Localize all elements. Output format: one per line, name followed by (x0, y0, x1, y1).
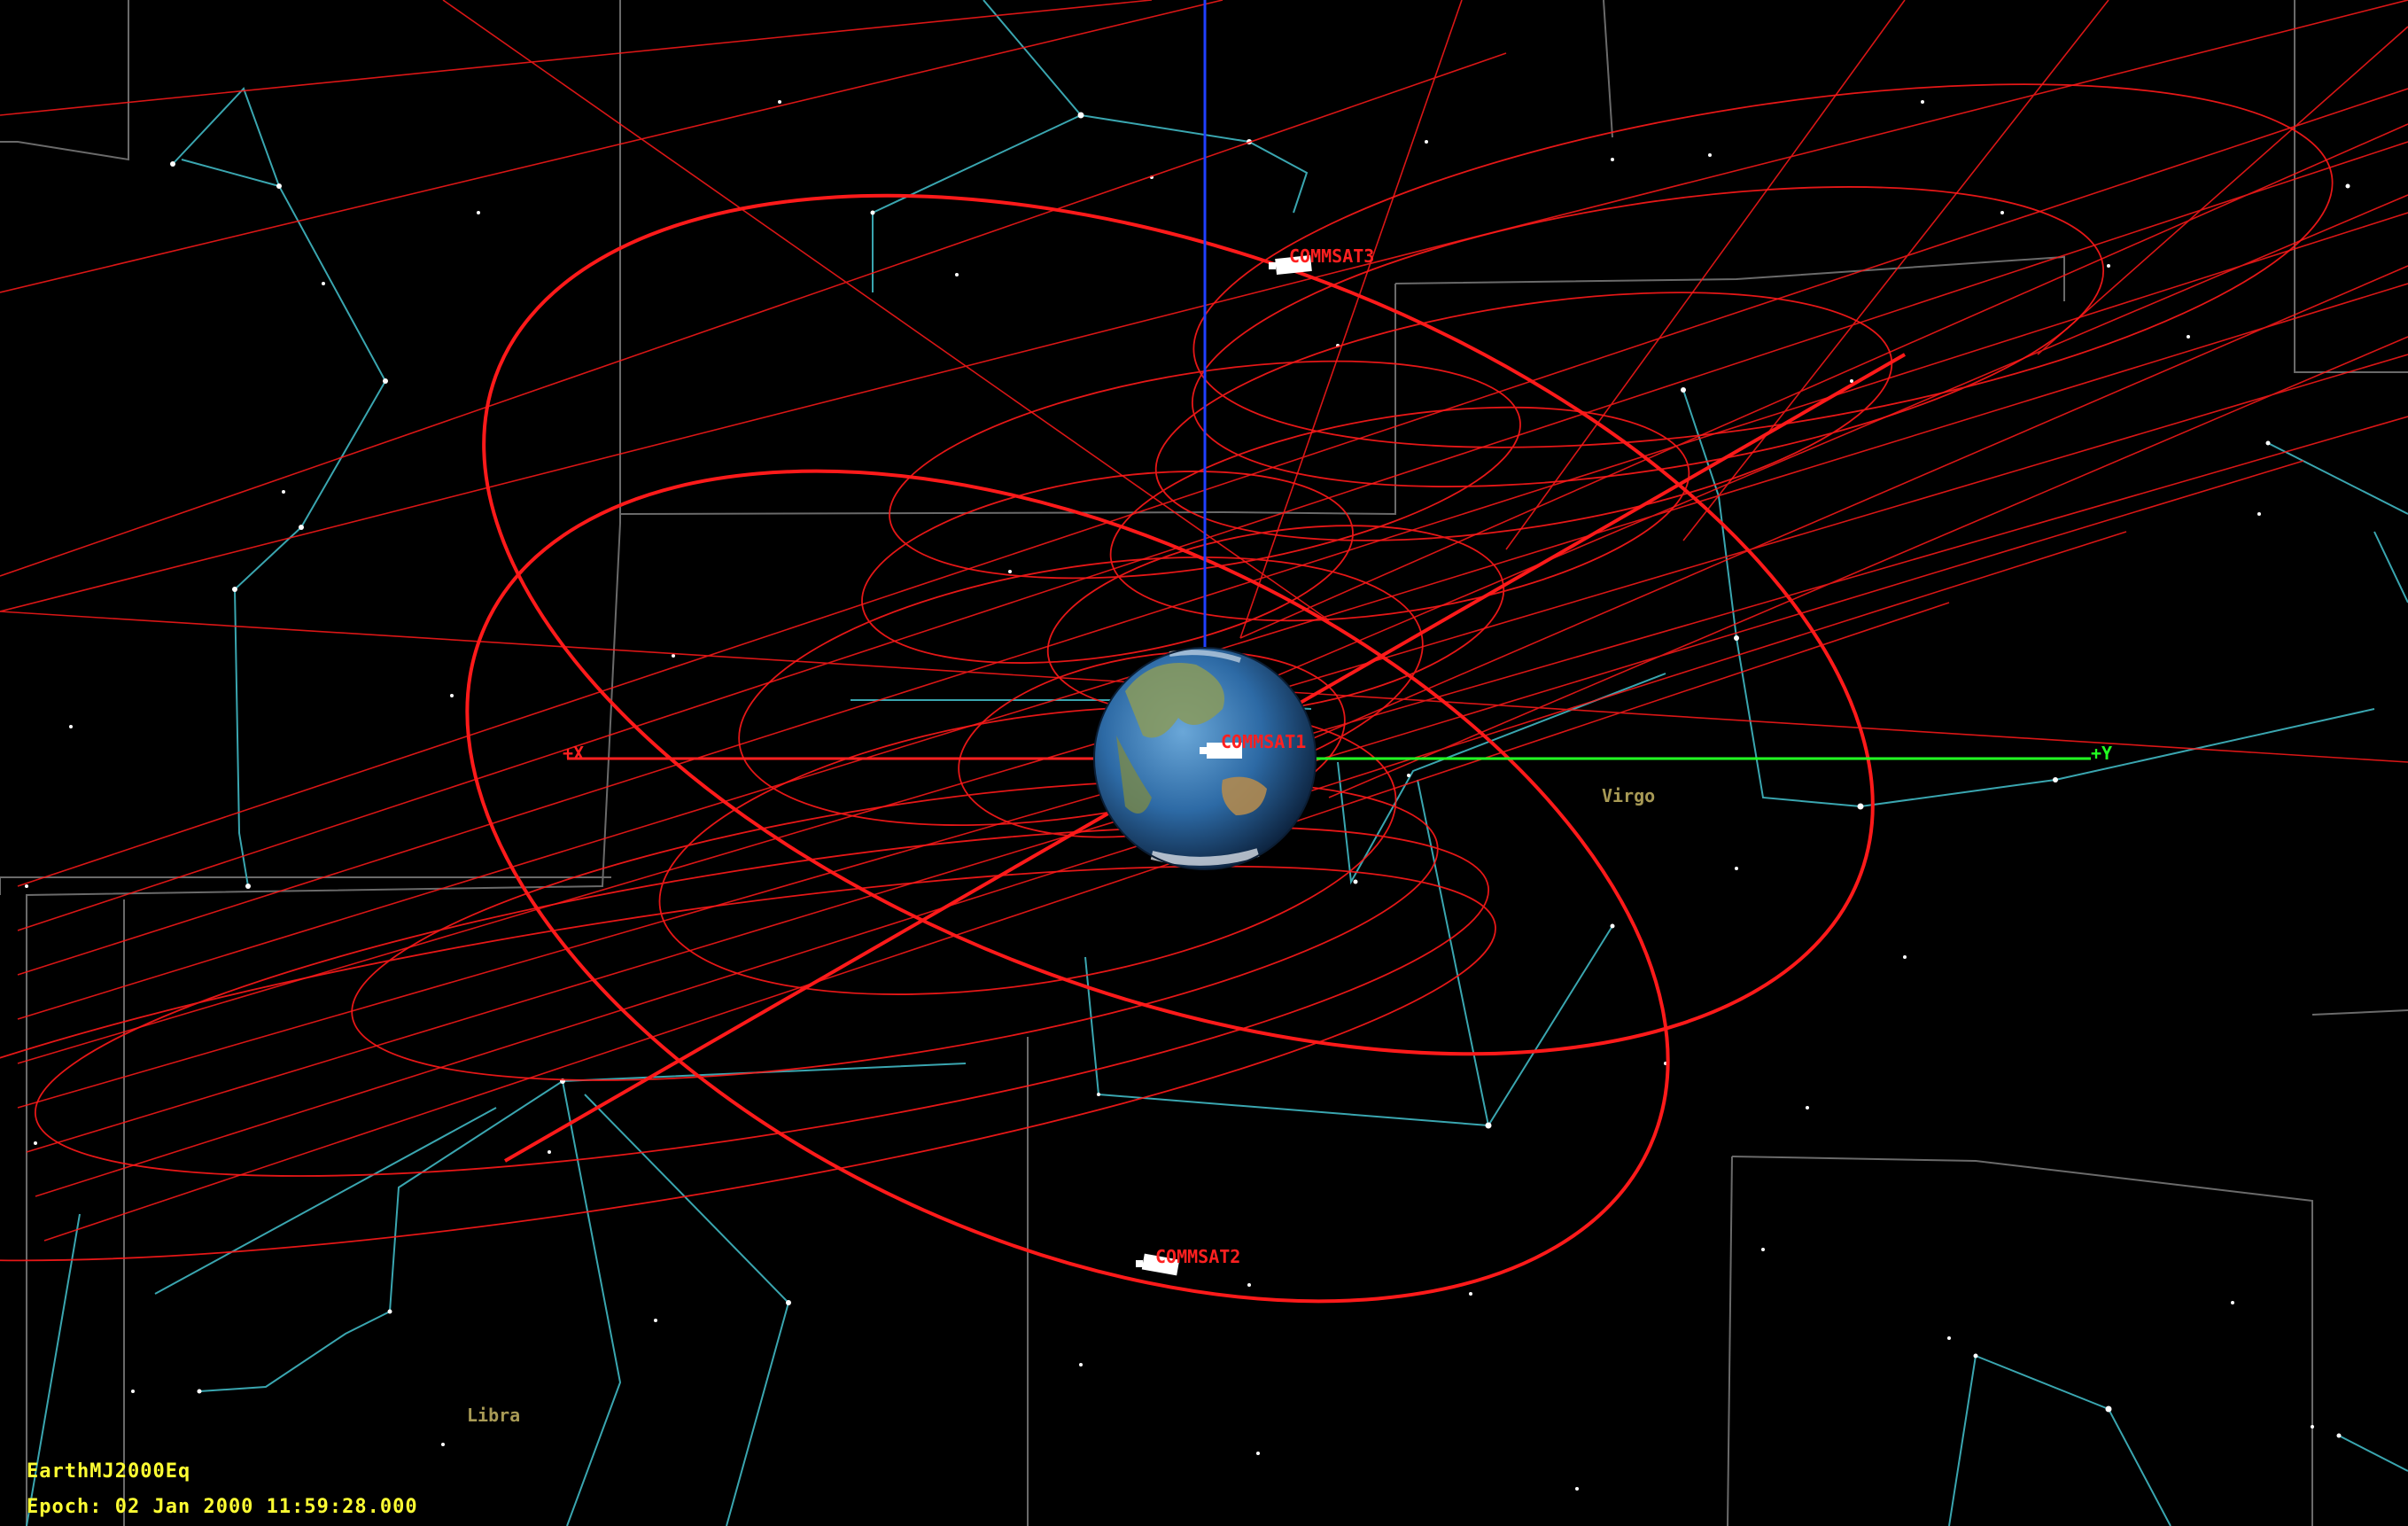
spacecraft-label-commsat2: COMMSAT2 (1155, 1246, 1240, 1267)
commsat3-orbit (482, 193, 1875, 1056)
spacecraft-label-commsat1: COMMSAT1 (1221, 731, 1306, 752)
epoch-readout: Epoch: 02 Jan 2000 11:59:28.000 (27, 1496, 418, 1518)
constellation-label-libra: Libra (467, 1405, 520, 1426)
coordinate-system-label: EarthMJ2000Eq (27, 1460, 191, 1483)
spacecraft-label-commsat3: COMMSAT3 (1289, 245, 1374, 267)
earth-globe[interactable] (1093, 647, 1317, 870)
constellation-label-virgo: Virgo (1602, 785, 1655, 806)
epoch-label: Epoch: (27, 1496, 103, 1518)
x-axis-label: +X (563, 743, 584, 764)
y-axis-label: +Y (2091, 743, 2112, 764)
epoch-value: 02 Jan 2000 11:59:28.000 (114, 1496, 418, 1518)
orbit-view-canvas[interactable]: +X +Y COMMSAT1 COMMSAT2 COMMSAT3 Virgo L… (0, 0, 2408, 1526)
